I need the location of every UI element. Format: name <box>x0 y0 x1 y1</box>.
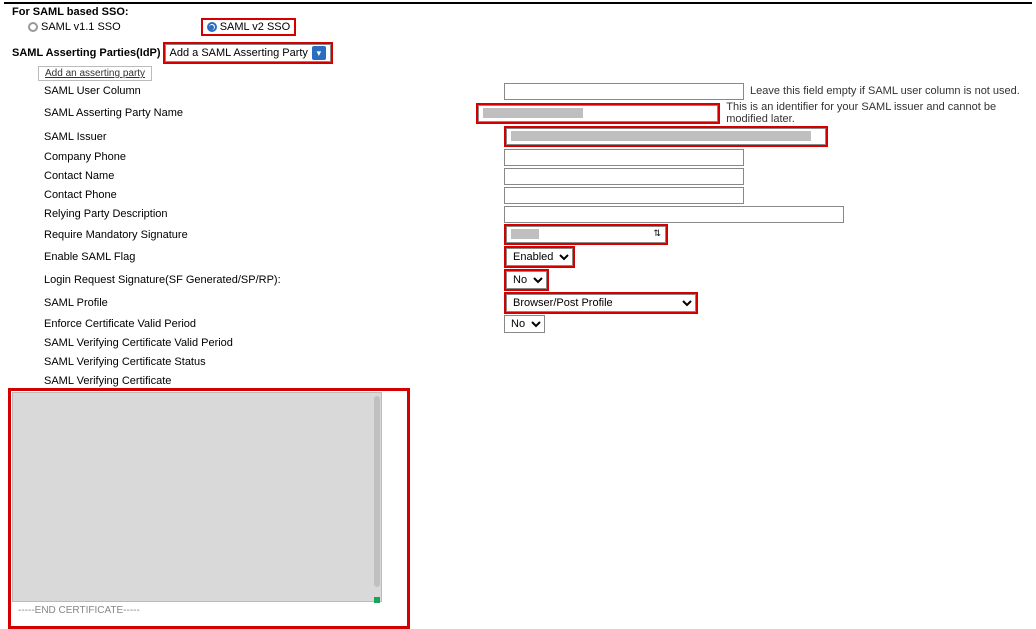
label-enforce-cert: Enforce Certificate Valid Period <box>4 318 504 330</box>
label-login-sig: Login Request Signature(SF Generated/SP/… <box>4 274 504 286</box>
select-enforce-cert[interactable]: No <box>504 315 545 333</box>
label-cert-valid-period: SAML Verifying Certificate Valid Period <box>4 337 504 349</box>
asserting-parties-heading: SAML Asserting Parties(IdP) <box>12 47 161 59</box>
certificate-area-wrap <box>12 392 382 605</box>
highlight-asserting-dropdown: Add a SAML Asserting Party ▾ <box>163 42 333 64</box>
highlight-login-sig: No <box>504 269 549 291</box>
redacted-placeholder <box>483 108 583 118</box>
label-relying-desc: Relying Party Description <box>4 208 504 220</box>
sso-type-heading: For SAML based SSO: <box>4 6 1032 18</box>
input-company-phone[interactable] <box>504 149 744 166</box>
hint-user-column: Leave this field empty if SAML user colu… <box>750 85 1020 97</box>
label-profile: SAML Profile <box>4 297 504 309</box>
highlight-saml-v2: SAML v2 SSO <box>201 18 297 36</box>
highlight-enable-flag: Enabled <box>504 246 575 268</box>
redacted-placeholder <box>511 229 539 239</box>
redacted-placeholder <box>511 131 811 141</box>
asserting-party-dropdown[interactable]: Add a SAML Asserting Party ▾ <box>165 44 331 62</box>
label-party-name: SAML Asserting Party Name <box>4 107 476 119</box>
textarea-certificate[interactable] <box>12 392 382 602</box>
label-company-phone: Company Phone <box>4 151 504 163</box>
resize-handle-icon[interactable] <box>374 597 380 603</box>
sso-radio-group: SAML v1.1 SSO SAML v2 SSO <box>4 18 1032 36</box>
add-asserting-party-link[interactable]: Add an asserting party <box>38 66 152 81</box>
select-enable-flag[interactable]: Enabled <box>506 248 573 266</box>
radio-icon <box>207 22 217 32</box>
highlight-issuer <box>504 126 828 147</box>
input-contact-name[interactable] <box>504 168 744 185</box>
highlight-require-sig: ⇅ <box>504 224 668 245</box>
label-contact-phone: Contact Phone <box>4 189 504 201</box>
input-relying-desc[interactable] <box>504 206 844 223</box>
label-contact-name: Contact Name <box>4 170 504 182</box>
select-profile[interactable]: Browser/Post Profile <box>506 294 696 312</box>
radio-v2-label: SAML v2 SSO <box>220 21 291 33</box>
radio-icon <box>28 22 38 32</box>
radio-saml-v2[interactable]: SAML v2 SSO <box>207 21 291 33</box>
select-arrows-icon: ⇅ <box>653 228 661 239</box>
input-party-name[interactable] <box>478 105 718 122</box>
select-login-sig[interactable]: No <box>506 271 547 289</box>
end-certificate-text: -----END CERTIFICATE----- <box>18 605 1032 616</box>
input-user-column[interactable] <box>504 83 744 100</box>
highlight-party-name <box>476 103 720 124</box>
input-contact-phone[interactable] <box>504 187 744 204</box>
radio-v1-label: SAML v1.1 SSO <box>41 21 121 33</box>
label-enable-flag: Enable SAML Flag <box>4 251 504 263</box>
highlight-profile: Browser/Post Profile <box>504 292 698 314</box>
label-require-sig: Require Mandatory Signature <box>4 229 504 241</box>
label-cert-status: SAML Verifying Certificate Status <box>4 356 504 368</box>
select-require-sig[interactable]: ⇅ <box>506 226 666 243</box>
chevron-down-icon: ▾ <box>312 46 326 60</box>
label-user-column: SAML User Column <box>4 85 504 97</box>
dropdown-selected-label: Add a SAML Asserting Party <box>170 47 308 59</box>
label-cert: SAML Verifying Certificate <box>4 375 504 387</box>
input-issuer[interactable] <box>506 128 826 145</box>
hint-party-name: This is an identifier for your SAML issu… <box>726 101 1032 125</box>
scrollbar-icon[interactable] <box>374 396 380 587</box>
label-issuer: SAML Issuer <box>4 131 504 143</box>
radio-saml-v1[interactable]: SAML v1.1 SSO <box>28 21 121 33</box>
